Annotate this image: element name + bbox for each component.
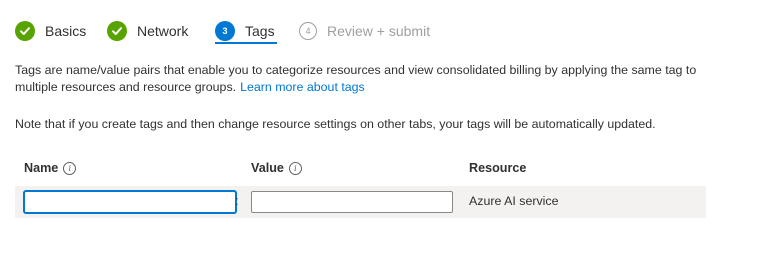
column-header-label: Resource	[469, 161, 527, 175]
name-value-separator: :	[235, 193, 239, 208]
step-number-badge: 4	[299, 22, 317, 40]
column-header-label: Name	[24, 161, 59, 175]
wizard-steps: Basics Network 3 Tags 4 Review + submit	[0, 0, 776, 52]
table-row: : Azure AI service	[15, 186, 706, 218]
checkmark-icon	[15, 21, 35, 41]
step-label: Basics	[45, 23, 87, 39]
step-basics[interactable]: Basics	[15, 20, 86, 42]
info-icon[interactable]: i	[288, 161, 302, 175]
column-header-value: Value i	[251, 161, 302, 175]
step-label: Review + submit	[327, 23, 431, 39]
resource-cell: Azure AI service	[469, 194, 559, 208]
column-header-label: Value	[251, 161, 284, 175]
active-step-indicator	[215, 42, 277, 44]
checkmark-icon	[107, 21, 127, 41]
step-number-badge: 3	[215, 21, 235, 41]
tags-note: Note that if you create tags and then ch…	[15, 117, 656, 131]
step-label: Network	[137, 23, 189, 39]
step-review-submit[interactable]: 4 Review + submit	[299, 20, 430, 42]
learn-more-link[interactable]: Learn more about tags	[240, 80, 365, 94]
step-tags[interactable]: 3 Tags	[215, 20, 275, 42]
info-icon[interactable]: i	[63, 161, 77, 175]
column-header-resource: Resource	[469, 161, 526, 175]
step-network[interactable]: Network	[107, 20, 188, 42]
tag-name-input[interactable]	[24, 191, 236, 213]
tags-description: Tags are name/value pairs that enable yo…	[15, 62, 735, 96]
step-label: Tags	[245, 23, 275, 39]
column-header-name: Name i	[24, 161, 77, 175]
tag-value-input[interactable]	[251, 191, 453, 213]
